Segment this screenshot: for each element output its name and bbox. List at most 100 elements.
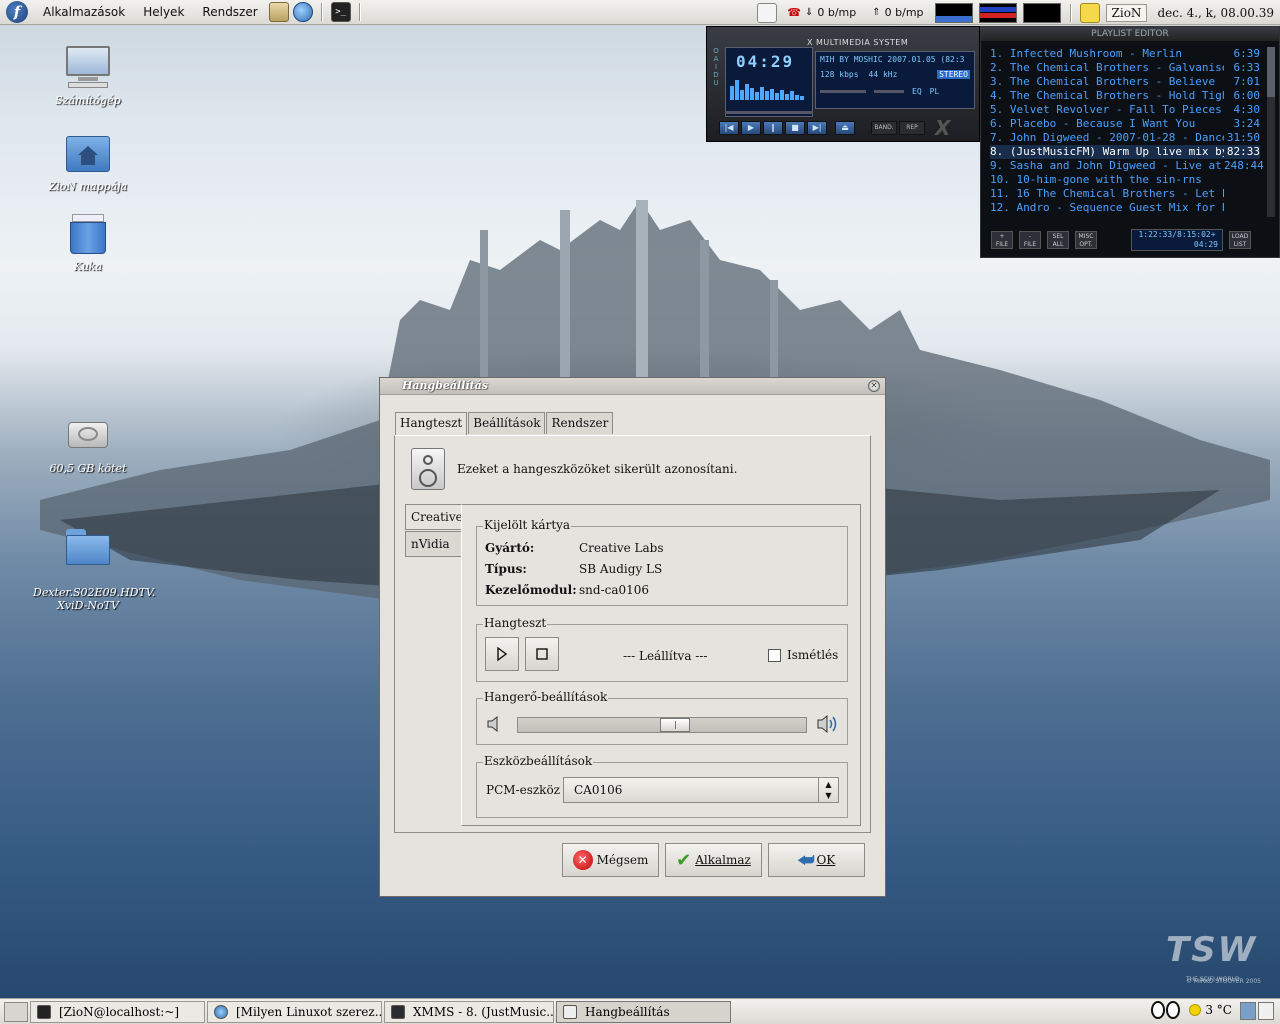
playlist-item-title: 11. 16 The Chemical Brothers - Let Forev… — [990, 187, 1224, 200]
xmms-pl-toggle[interactable]: PL — [930, 87, 940, 96]
menu-places[interactable]: Helyek — [134, 0, 193, 25]
playlist-item[interactable]: 12. Andro - Sequence Guest Mix for Proto… — [990, 201, 1260, 215]
phone-icon: ☎ — [787, 6, 801, 19]
add-file-button[interactable]: + FILE — [991, 231, 1013, 249]
desktop-icon-folder[interactable]: Dexter.S02E09.HDTV. XviD-NoTV — [33, 512, 155, 625]
desktop-icon-computer[interactable]: Számítógép — [33, 46, 143, 107]
play-button[interactable] — [485, 637, 519, 671]
menu-system[interactable]: Rendszer — [193, 0, 266, 25]
xmms-song-ticker: MIH BY MOSHIC 2007.01.05 (82:3 — [820, 55, 965, 64]
notepad-applet-icon[interactable] — [1079, 2, 1100, 23]
fedora-logo-icon[interactable]: f — [6, 1, 28, 23]
playlist-item-title: 12. Andro - Sequence Guest Mix for Proto… — [990, 201, 1224, 214]
task-xmms[interactable]: XMMS - 8. (JustMusic... — [384, 1000, 554, 1023]
eyes-applet — [1151, 1001, 1180, 1019]
net-upload-monitor[interactable]: ⇑ 0 b/mp — [872, 6, 923, 19]
repeat-checkbox-row[interactable]: Ismétlés — [768, 648, 838, 662]
playlist-scrollbar[interactable] — [1267, 47, 1275, 217]
stop-button[interactable] — [525, 637, 559, 671]
clock[interactable]: dec. 4., k, 08.00.39 — [1151, 6, 1280, 20]
playlist-item[interactable]: 11. 16 The Chemical Brothers - Let Forev… — [990, 187, 1260, 201]
playlist-item[interactable]: 4. The Chemical Brothers - Hold Tight...… — [990, 89, 1260, 103]
playlist-item[interactable]: 1. Infected Mushroom - Merlin 6:39 — [990, 47, 1260, 61]
xmms-seek-bar[interactable] — [725, 111, 813, 114]
desktop-icon-trash[interactable]: Kuka — [33, 212, 143, 273]
playlist-item[interactable]: 8. (JustMusicFM) Warm Up live mix by... 8… — [990, 145, 1260, 159]
cancel-button[interactable]: ✕ Mégsem — [562, 843, 659, 877]
eject-icon[interactable]: ⏏ — [835, 121, 855, 135]
shuffle-button[interactable]: BAND. — [871, 121, 897, 135]
select-all-button[interactable]: SEL ALL — [1047, 231, 1069, 249]
dialog-titlebar[interactable]: Hangbeállítás ✕ — [380, 378, 885, 395]
user-switcher[interactable]: ZioN — [1105, 3, 1148, 22]
workspace-1[interactable] — [1240, 1002, 1256, 1020]
close-icon[interactable]: ✕ — [868, 380, 880, 392]
show-desktop-icon[interactable] — [4, 1001, 28, 1022]
pcm-device-value: CA0106 — [574, 783, 623, 797]
net-download-monitor[interactable]: ☎ ⇓ 0 b/mp — [787, 6, 856, 19]
playlist-item-duration: 6:39 — [1233, 47, 1261, 60]
xmms-playlist-window[interactable]: PLAYLIST EDITOR 1. Infected Mushroom - M… — [980, 26, 1280, 258]
xmms-balance-slider[interactable] — [874, 90, 904, 93]
desktop-icon-home[interactable]: ZioN mappája — [33, 132, 143, 193]
volume-slider-thumb[interactable] — [660, 718, 690, 732]
group-label: Eszközbeállítások — [483, 754, 594, 768]
ok-button[interactable]: ⮨ OK — [768, 843, 865, 877]
playlist-item[interactable]: 3. The Chemical Brothers - Believe 7:01 — [990, 75, 1260, 89]
repeat-button[interactable]: REP — [899, 121, 925, 135]
card-item-nvidia[interactable]: nVidia — [405, 531, 462, 557]
playlist-rows: 1. Infected Mushroom - Merlin 6:39 2. The … — [990, 47, 1264, 215]
playlist-item[interactable]: 5. Velvet Revolver - Fall To Pieces 4:30 — [990, 103, 1260, 117]
browser-icon — [214, 1004, 228, 1019]
load-list-button[interactable]: LOAD LIST — [1229, 231, 1251, 249]
playlist-item-title: 10. 10-him-gone with the sin-rns — [990, 173, 1202, 186]
apply-button[interactable]: ✔ Alkalmaz — [665, 843, 762, 877]
temperature: 3 °C — [1205, 1003, 1232, 1017]
playlist-item[interactable]: 6. Placebo - Because I Want You 3:24 — [990, 117, 1260, 131]
cpu-graph[interactable] — [934, 2, 973, 23]
tab-system[interactable]: Rendszer — [546, 412, 614, 434]
web-browser-launcher-icon[interactable] — [292, 2, 313, 22]
eyes-icon — [1151, 1001, 1165, 1019]
task-sound-settings[interactable]: Hangbeállítás — [556, 1000, 731, 1023]
menu-applications[interactable]: Alkalmazások — [34, 0, 134, 25]
xmms-main-window[interactable]: X MULTIMEDIA SYSTEM OAIDU 04:29 MIH BY M… — [706, 26, 980, 142]
workspace-2[interactable] — [1258, 1002, 1274, 1020]
next-icon[interactable]: ▶| — [807, 121, 827, 135]
playlist-item[interactable]: 10. 10-him-gone with the sin-rns — [990, 173, 1260, 187]
remove-file-button[interactable]: - FILE — [1019, 231, 1041, 249]
xmms-volume-slider[interactable] — [820, 90, 866, 93]
task-terminal[interactable]: [ZioN@localhost:~] — [30, 1000, 205, 1023]
memory-graph[interactable] — [978, 2, 1017, 23]
pause-icon[interactable]: ‖ — [763, 121, 783, 135]
type-value: SB Audigy LS — [579, 562, 663, 576]
card-item-creative[interactable]: Creative — [405, 504, 463, 530]
playlist-item-title: 6. Placebo - Because I Want You — [990, 117, 1196, 130]
tab-settings[interactable]: Beállítások — [468, 412, 546, 434]
xmms-eq-toggle[interactable]: EQ — [912, 87, 922, 96]
playlist-item[interactable]: 7. John Digweed - 2007-01-28 - Dance... 3… — [990, 131, 1260, 145]
notes-applet-icon[interactable] — [757, 2, 778, 23]
tab-soundtest[interactable]: Hangteszt — [395, 412, 468, 436]
task-browser[interactable]: [Milyen Linuxot szerez... — [207, 1000, 382, 1023]
previous-icon[interactable]: |◀ — [719, 121, 739, 135]
eyes-icon — [1166, 1001, 1180, 1019]
stop-icon[interactable]: ■ — [785, 121, 805, 135]
network-graph[interactable] — [1022, 2, 1061, 23]
pcm-device-select[interactable]: CA0106 ▲ ▼ — [563, 777, 839, 803]
play-icon[interactable]: ▶ — [741, 121, 761, 135]
sound-settings-dialog: Hangbeállítás ✕ Hangteszt Beállítások Re… — [379, 377, 886, 897]
volume-slider[interactable] — [517, 717, 807, 733]
email-launcher-icon[interactable] — [268, 2, 289, 22]
desktop-icon-volume[interactable]: 60,5 GB kötet — [33, 414, 143, 475]
xmms-icon — [391, 1004, 405, 1019]
misc-options-button[interactable]: MISC OPT. — [1075, 231, 1097, 249]
playlist-item[interactable]: 2. The Chemical Brothers - Galvanise 6:33 — [990, 61, 1260, 75]
playlist-bottom-bar: + FILE - FILE SEL ALL MISC OPT. 1:22:33/… — [991, 229, 1271, 251]
weather-applet[interactable]: 3 °C — [1189, 1003, 1232, 1017]
terminal-launcher-icon[interactable]: >_ — [330, 2, 351, 22]
repeat-checkbox[interactable] — [768, 649, 781, 662]
workspace-switcher[interactable] — [1240, 1002, 1274, 1020]
playlist-item[interactable]: 9. Sasha and John Digweed - Live at... 24… — [990, 159, 1264, 173]
spin-arrows-icon[interactable]: ▲ ▼ — [818, 778, 838, 802]
